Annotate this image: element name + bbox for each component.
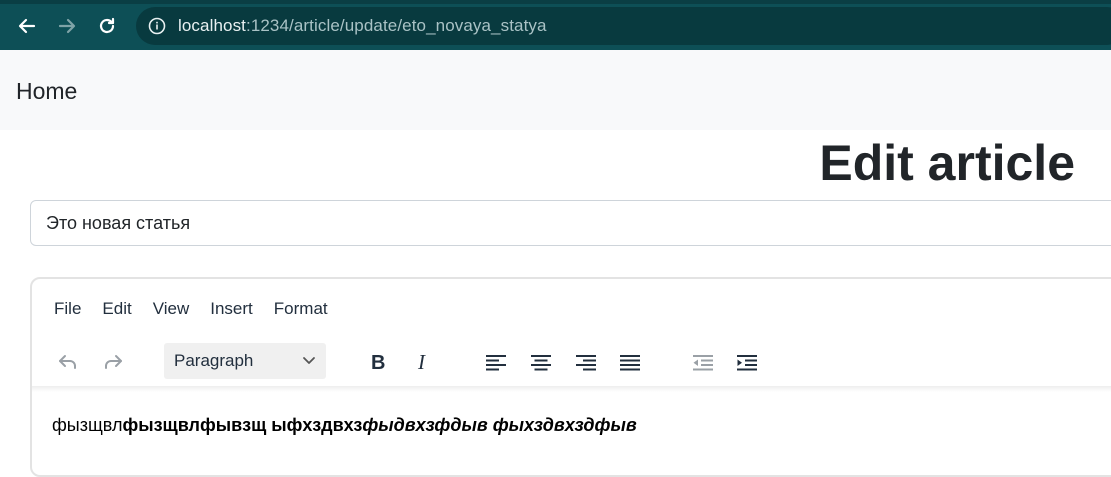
outdent-icon <box>693 355 713 371</box>
italic-button[interactable]: I <box>407 345 441 379</box>
chevron-down-icon <box>303 357 315 364</box>
align-left-button[interactable] <box>479 345 513 379</box>
bold-icon: B <box>371 352 385 373</box>
align-right-icon <box>576 355 596 371</box>
block-format-label: Paragraph <box>174 351 254 370</box>
undo-button[interactable] <box>51 345 85 379</box>
menu-insert[interactable]: Insert <box>200 299 263 319</box>
toolbar-divider <box>32 386 1111 392</box>
content-bold-text: фызщвлфывзщ ыфхздвхз <box>122 415 363 435</box>
info-icon[interactable] <box>148 17 166 35</box>
home-link[interactable]: Home <box>16 78 77 105</box>
url-host: localhost <box>178 16 246 35</box>
menu-edit[interactable]: Edit <box>92 299 141 319</box>
editor-toolbar: Paragraph B I <box>32 339 1111 387</box>
browser-toolbar: localhost:1234/article/update/eto_novaya… <box>0 0 1111 50</box>
content-plain-text: фызщвл <box>52 415 123 435</box>
article-title-input[interactable] <box>30 200 1111 246</box>
rich-text-editor: File Edit View Insert Format Paragraph B… <box>30 277 1111 477</box>
editor-content[interactable]: фызщвлфызщвлфывзщ ыфхздвхзфыдвхзфдыв фых… <box>52 415 637 436</box>
tab-strip <box>0 0 1111 4</box>
menu-file[interactable]: File <box>44 299 91 319</box>
italic-icon: I <box>417 351 426 373</box>
address-bar[interactable]: localhost:1234/article/update/eto_novaya… <box>136 7 1111 45</box>
url-path: :1234/article/update/eto_novaya_statya <box>246 16 547 35</box>
menu-view[interactable]: View <box>143 299 200 319</box>
align-center-button[interactable] <box>524 345 558 379</box>
align-right-button[interactable] <box>569 345 603 379</box>
url-text: localhost:1234/article/update/eto_novaya… <box>178 16 547 36</box>
reload-button[interactable] <box>93 12 121 40</box>
block-format-select[interactable]: Paragraph <box>164 343 326 379</box>
back-arrow-icon <box>18 18 36 34</box>
outdent-button[interactable] <box>686 345 720 379</box>
indent-icon <box>737 355 757 371</box>
menu-format[interactable]: Format <box>264 299 338 319</box>
redo-icon <box>105 355 122 369</box>
forward-button[interactable] <box>53 12 81 40</box>
svg-text:B: B <box>371 352 385 373</box>
back-button[interactable] <box>13 12 41 40</box>
page-title: Edit article <box>819 135 1075 191</box>
align-justify-button[interactable] <box>613 345 647 379</box>
reload-icon <box>99 17 115 34</box>
app-navbar: Home <box>0 50 1111 130</box>
redo-button[interactable] <box>96 345 130 379</box>
indent-button[interactable] <box>730 345 764 379</box>
align-center-icon <box>531 355 551 371</box>
content-bold-italic-text: фыдвхзфдыв фыхздвхздфыв <box>362 415 637 435</box>
editor-menubar: File Edit View Insert Format <box>44 299 339 319</box>
undo-icon <box>59 355 76 369</box>
forward-arrow-icon <box>58 18 76 34</box>
bold-button[interactable]: B <box>362 345 396 379</box>
svg-text:I: I <box>417 351 426 373</box>
align-left-icon <box>486 355 506 371</box>
align-justify-icon <box>620 355 640 371</box>
